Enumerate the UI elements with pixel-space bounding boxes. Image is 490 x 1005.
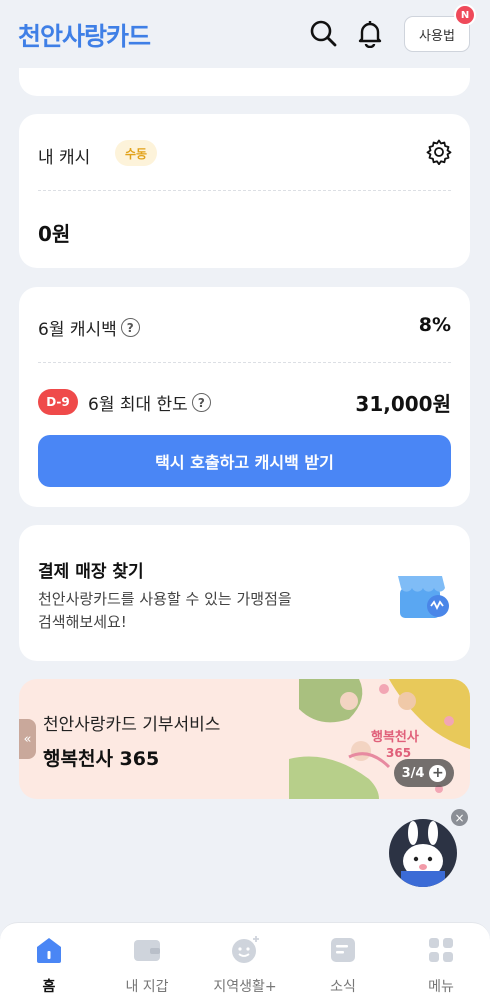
cashback-limit-text: 6월 최대 한도	[88, 395, 188, 415]
banner-pager[interactable]: 3/4 +	[394, 759, 454, 787]
search-icon[interactable]	[308, 18, 338, 48]
cashback-limit-label: 6월 최대 한도 ?	[88, 390, 211, 415]
banner-title: 행복천사 365	[43, 748, 160, 770]
nav-home[interactable]: 홈	[0, 923, 98, 1005]
store-finder-description: 천안사랑카드를 사용할 수 있는 가맹점을 검색해보세요!	[38, 588, 358, 634]
rabbit-mascot-icon	[401, 821, 445, 887]
nav-label: 내 지갑	[125, 979, 169, 995]
app-title: 천안사랑카드	[18, 22, 151, 51]
banner-subtitle: 천안사랑카드 기부서비스	[43, 715, 221, 735]
cashback-rate-label: 6월 캐시백 ?	[38, 315, 140, 340]
grid-menu-icon	[429, 938, 453, 962]
store-finder-card[interactable]: 결제 매장 찾기 천안사랑카드를 사용할 수 있는 가맹점을 검색해보세요!	[19, 525, 470, 661]
bell-icon[interactable]	[355, 18, 385, 48]
divider	[38, 190, 451, 191]
chatbot-button[interactable]	[389, 819, 457, 887]
help-icon[interactable]: ?	[191, 393, 211, 412]
wallet-icon	[134, 940, 160, 961]
store-desc-line: 천안사랑카드를 사용할 수 있는 가맹점을	[38, 590, 292, 608]
bottom-nav: 홈 내 지갑 지역생활+ 소식 메뉴	[0, 922, 490, 1005]
app-header: 천안사랑카드 사용법 N	[0, 0, 490, 68]
chatbot-close-button[interactable]: ×	[451, 809, 468, 826]
my-cash-label: 내 캐시	[38, 148, 91, 168]
taxi-cashback-button[interactable]: 택시 호출하고 캐시백 받기	[38, 435, 451, 487]
nav-label: 메뉴	[428, 979, 454, 995]
donation-banner[interactable]: « 천안사랑카드 기부서비스 행복천사 365 행복천사 365 3/4 +	[19, 679, 470, 799]
new-badge: N	[454, 4, 476, 26]
nav-news[interactable]: 소식	[294, 923, 392, 1005]
nav-label: 소식	[330, 979, 356, 995]
cashback-rate-text: 6월 캐시백	[38, 320, 117, 340]
divider	[38, 362, 451, 363]
cash-amount: 0원	[38, 222, 71, 246]
banner-art-number: 365	[386, 746, 411, 760]
smile-plus-icon	[232, 936, 259, 963]
plus-icon[interactable]: +	[429, 764, 447, 782]
nav-local-life[interactable]: 지역생활+	[196, 923, 294, 1005]
nav-wallet[interactable]: 내 지갑	[98, 923, 196, 1005]
store-icon	[398, 576, 449, 618]
pager-text: 3/4	[401, 765, 425, 781]
cashback-card: 6월 캐시백 ? 8% D-9 6월 최대 한도 ? 31,000원 택시 호출…	[19, 287, 470, 507]
cash-mode-badge: 수동	[115, 140, 158, 166]
cashback-limit-value: 31,000원	[355, 392, 451, 416]
nav-label: 홈	[42, 979, 56, 995]
cashback-rate-value: 8%	[418, 314, 451, 336]
home-icon	[37, 938, 61, 963]
gear-icon[interactable]	[426, 139, 452, 165]
help-icon[interactable]: ?	[120, 318, 140, 337]
news-icon	[331, 938, 355, 962]
banner-prev-button[interactable]: «	[19, 719, 36, 759]
my-cash-card: 내 캐시 수동 0원	[19, 114, 470, 268]
store-desc-line: 검색해보세요!	[38, 613, 127, 631]
dday-badge: D-9	[38, 389, 78, 415]
banner-art-text: 행복천사	[371, 729, 419, 745]
store-finder-title: 결제 매장 찾기	[38, 562, 144, 582]
nav-label: 지역생활+	[213, 979, 277, 995]
nav-menu[interactable]: 메뉴	[392, 923, 490, 1005]
